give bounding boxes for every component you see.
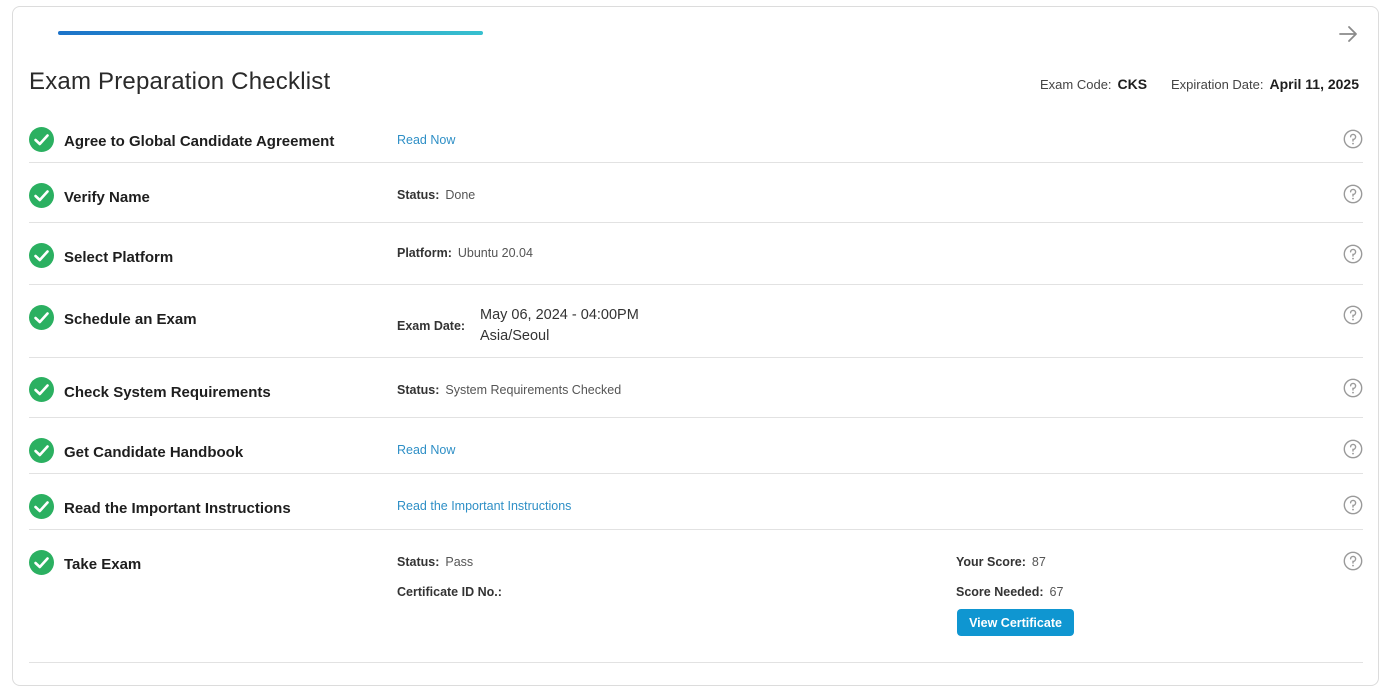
exam-code-label: Exam Code: <box>1040 77 1112 92</box>
question-circle-icon[interactable] <box>1343 378 1363 398</box>
row-title-verify-name: Verify Name <box>64 189 150 206</box>
progress-bar <box>58 31 483 35</box>
row-divider <box>29 662 1363 663</box>
handbook-read-now-link[interactable]: Read Now <box>397 443 455 457</box>
check-circle-icon <box>29 377 54 402</box>
verify-name-status: Status: Done <box>397 188 475 202</box>
check-circle-icon <box>29 305 54 330</box>
your-score-label: Your Score: <box>956 555 1026 569</box>
certificate-id: Certificate ID No.: <box>397 585 508 599</box>
row-divider <box>29 417 1363 418</box>
arrow-right-icon[interactable] <box>1337 23 1359 45</box>
score-needed: Score Needed: 67 <box>956 585 1063 599</box>
question-circle-icon[interactable] <box>1343 495 1363 515</box>
certificate-id-label: Certificate ID No.: <box>397 585 502 599</box>
check-circle-icon <box>29 550 54 575</box>
page-title: Exam Preparation Checklist <box>29 68 331 95</box>
agreement-read-now-link[interactable]: Read Now <box>397 133 455 147</box>
question-circle-icon[interactable] <box>1343 184 1363 204</box>
row-divider <box>29 357 1363 358</box>
platform-label: Platform: <box>397 246 452 260</box>
platform-detail: Platform: Ubuntu 20.04 <box>397 246 533 260</box>
status-label: Status: <box>397 188 440 202</box>
expiration-date-label: Expiration Date: <box>1171 77 1264 92</box>
row-title-select-platform: Select Platform <box>64 249 174 266</box>
question-circle-icon[interactable] <box>1343 439 1363 459</box>
check-circle-icon <box>29 243 54 268</box>
score-needed-value: 67 <box>1049 585 1064 599</box>
view-certificate-button[interactable]: View Certificate <box>957 609 1074 636</box>
system-requirements-status: Status: System Requirements Checked <box>397 383 621 397</box>
exam-date-value: May 06, 2024 - 04:00PM Asia/Seoul <box>480 305 639 347</box>
status-value: Pass <box>445 555 474 569</box>
expiration-date-value: April 11, 2025 <box>1269 76 1360 92</box>
row-title-candidate-handbook: Get Candidate Handbook <box>64 444 244 461</box>
exam-status: Status: Pass <box>397 555 473 569</box>
exam-date-label: Exam Date: <box>397 319 466 333</box>
row-divider <box>29 222 1363 223</box>
checklist-card <box>12 6 1379 686</box>
check-circle-icon <box>29 494 54 519</box>
row-title-schedule-exam: Schedule an Exam <box>64 311 197 328</box>
your-score: Your Score: 87 <box>956 555 1046 569</box>
progress-fill <box>58 31 483 35</box>
check-circle-icon <box>29 438 54 463</box>
row-divider <box>29 284 1363 285</box>
question-circle-icon[interactable] <box>1343 244 1363 264</box>
question-circle-icon[interactable] <box>1343 305 1363 325</box>
check-circle-icon <box>29 183 54 208</box>
check-circle-icon <box>29 127 54 152</box>
row-divider <box>29 473 1363 474</box>
row-title-take-exam: Take Exam <box>64 556 142 573</box>
platform-value: Ubuntu 20.04 <box>457 246 533 260</box>
expiration-date: Expiration Date: April 11, 2025 <box>1171 76 1359 92</box>
your-score-value: 87 <box>1031 555 1046 569</box>
score-needed-label: Score Needed: <box>956 585 1044 599</box>
row-title-system-requirements: Check System Requirements <box>64 384 271 401</box>
exam-code-value: CKS <box>1117 76 1148 92</box>
exam-date-timezone: Asia/Seoul <box>480 328 550 344</box>
important-instructions-link[interactable]: Read the Important Instructions <box>397 499 571 513</box>
status-label: Status: <box>397 555 440 569</box>
row-title-important-instructions: Read the Important Instructions <box>64 500 291 517</box>
row-divider <box>29 529 1363 530</box>
exam-date-datetime: May 06, 2024 - 04:00PM <box>480 307 639 323</box>
row-divider <box>29 162 1363 163</box>
row-title-agreement: Agree to Global Candidate Agreement <box>64 133 335 150</box>
status-value: System Requirements Checked <box>445 383 622 397</box>
question-circle-icon[interactable] <box>1343 129 1363 149</box>
exam-code: Exam Code: CKS <box>1040 76 1147 92</box>
status-value: Done <box>445 188 476 202</box>
question-circle-icon[interactable] <box>1343 551 1363 571</box>
status-label: Status: <box>397 383 440 397</box>
